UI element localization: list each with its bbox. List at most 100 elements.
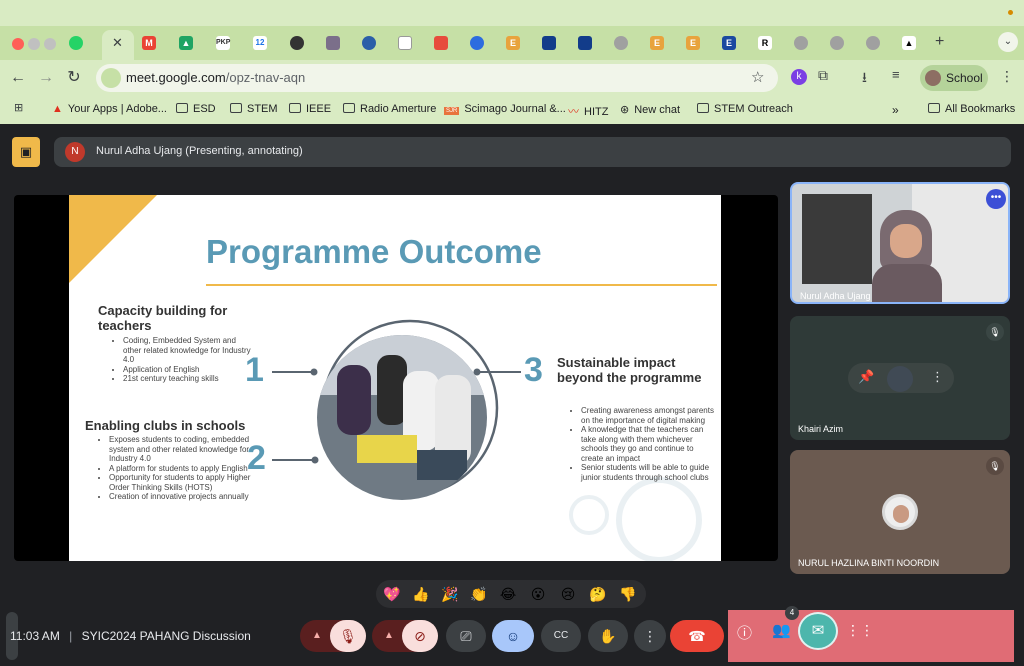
reaction-heart[interactable]: 💖 — [379, 584, 405, 604]
calendar-tab-icon[interactable]: 12 — [253, 36, 267, 50]
participant-tile-presenter[interactable]: ••• Nurul Adha Ujang — [790, 182, 1010, 304]
more-options-icon[interactable]: ••• — [986, 189, 1006, 209]
reaction-thumbs-down[interactable]: 👎 — [615, 584, 641, 604]
bookmark-scimago[interactable]: SJR Scimago Journal &... — [444, 103, 566, 115]
url-host: meet.google.com — [126, 70, 226, 85]
bookmark-adobe[interactable]: ▲ Your Apps | Adobe... — [52, 103, 167, 115]
download-icon[interactable]: ⭳ — [862, 67, 867, 91]
bookmark-label: Radio Amerture — [360, 103, 437, 115]
more-menu-icon[interactable]: ⋮ — [1000, 68, 1014, 85]
reaction-thumbs-up[interactable]: 👍 — [408, 584, 434, 604]
bookmark-stem[interactable]: STEM — [230, 103, 278, 115]
divider: | — [69, 629, 73, 643]
raise-hand-button[interactable]: ✋ — [588, 620, 628, 652]
tab-icon-15[interactable]: E — [650, 36, 664, 50]
bookmark-esd[interactable]: ESD — [176, 103, 216, 115]
more-options-icon[interactable]: ⋮ — [931, 369, 944, 385]
tab-icon-20[interactable] — [830, 36, 844, 50]
close-tab-icon[interactable]: ✕ — [112, 35, 123, 51]
reaction-clap[interactable]: 👏 — [466, 584, 492, 604]
list-item: Application of English — [123, 365, 251, 375]
tab-icon-3[interactable]: PKP — [216, 36, 230, 50]
leave-call-button[interactable]: ☎ — [670, 620, 724, 652]
bookmarks-overflow-icon[interactable]: » — [892, 103, 899, 117]
meeting-info: 11:03 AM | SYIC2024 PAHANG Discussion — [10, 629, 251, 643]
camera-off-button[interactable]: ⊘ — [402, 620, 438, 652]
reaction-surprised[interactable]: 😮 — [525, 584, 551, 604]
bookmark-radio[interactable]: Radio Amerture — [343, 103, 436, 115]
participant-tile-khairi[interactable]: 🎙 📌 ⋮ Khairi Azim — [790, 316, 1010, 440]
list-item: A platform for students to apply English — [109, 464, 262, 474]
soundcloud-tab-icon[interactable] — [434, 36, 448, 50]
tab-icon-16[interactable]: E — [686, 36, 700, 50]
pin-icon[interactable]: 📌 — [858, 369, 874, 385]
gmail-tab-icon[interactable]: M — [142, 36, 156, 50]
tab-icon-8[interactable] — [398, 36, 412, 50]
bookmark-label: All Bookmarks — [945, 103, 1016, 115]
reaction-sad[interactable]: 😢 — [555, 584, 581, 604]
extensions-icon[interactable]: ⧉ — [818, 67, 828, 84]
number-1: 1 — [245, 351, 264, 389]
list-item: Senior students will be able to guide ju… — [581, 463, 714, 482]
whatsapp-tab-icon[interactable] — [69, 36, 83, 50]
present-screen-button[interactable]: ⎚ — [446, 620, 486, 652]
mic-off-icon: 🎙 — [986, 457, 1004, 475]
tab-icon-21[interactable] — [866, 36, 880, 50]
bookmark-new-chat[interactable]: ⊛ New chat — [620, 103, 680, 116]
url-text[interactable]: meet.google.com/opz-tnav-aqn — [126, 70, 305, 85]
bookmark-hitz[interactable]: 〰 HITZ — [568, 103, 608, 119]
reload-icon[interactable]: ↻ — [64, 68, 84, 88]
close-window-button[interactable] — [12, 38, 24, 50]
tab-icon-18[interactable]: R — [758, 36, 772, 50]
people-icon[interactable]: 👥 — [772, 621, 791, 639]
adobe-icon: ▲ — [52, 103, 63, 115]
tab-icon-10[interactable] — [470, 36, 484, 50]
students-photo — [317, 335, 487, 500]
bookmark-label: Your Apps | Adobe... — [67, 103, 167, 115]
tab-search-icon[interactable]: ⌄ — [998, 32, 1018, 52]
participant-tile-hazlina[interactable]: 🎙 NURUL HAZLINA BINTI NOORDIN — [790, 450, 1010, 574]
shield-tab-icon[interactable] — [542, 36, 556, 50]
camera-options-chevron-icon[interactable]: ▲ — [377, 620, 401, 652]
more-options-icon[interactable]: ⋮ — [634, 620, 666, 652]
forward-icon[interactable]: → — [36, 68, 56, 88]
drive-tab-icon-2[interactable]: ▲ — [902, 36, 916, 50]
reaction-thinking[interactable]: 🤔 — [585, 584, 611, 604]
section-1-title: Capacity building for teachers — [98, 303, 228, 333]
meeting-details-icon[interactable]: ⓘ — [737, 622, 752, 643]
profile-button[interactable]: School — [920, 65, 988, 91]
maximize-window-button[interactable] — [44, 38, 56, 50]
new-tab-icon[interactable]: + — [935, 33, 944, 51]
folder-icon — [343, 103, 355, 113]
tab-icon-7[interactable] — [362, 36, 376, 50]
apps-grid-icon[interactable]: ⊞ — [14, 101, 23, 114]
bookmark-ieee[interactable]: IEEE — [289, 103, 331, 115]
media-control-icon[interactable]: ≡ — [892, 67, 900, 82]
bookmark-label: Scimago Journal &... — [464, 103, 566, 115]
tab-icon-11[interactable]: E — [506, 36, 520, 50]
back-icon[interactable]: ← — [8, 68, 28, 88]
mic-options-chevron-icon[interactable]: ▲ — [305, 620, 329, 652]
tab-icon-6[interactable] — [326, 36, 340, 50]
mic-site-icon[interactable] — [101, 68, 121, 88]
activities-icon[interactable]: ⋮⋮ — [846, 622, 874, 639]
chatgpt-tab-icon[interactable] — [290, 36, 304, 50]
shield-tab-icon-2[interactable] — [578, 36, 592, 50]
minimize-window-button[interactable] — [28, 38, 40, 50]
emoji-reactions-button[interactable]: ☺ — [492, 620, 534, 652]
reaction-laugh[interactable]: 😂 — [495, 584, 521, 604]
reaction-party[interactable]: 🎉 — [437, 584, 463, 604]
folder-icon — [928, 103, 940, 113]
tab-icon-19[interactable] — [794, 36, 808, 50]
captions-button[interactable]: CC — [541, 620, 581, 652]
chat-button[interactable]: ✉ — [798, 612, 838, 650]
tab-icon-17[interactable]: E — [722, 36, 736, 50]
mic-off-button[interactable]: 🎙 — [330, 620, 366, 652]
all-bookmarks[interactable]: All Bookmarks — [928, 103, 1015, 115]
stop-presenting-icon[interactable]: ▣ — [12, 137, 40, 167]
tab-icon-14[interactable] — [614, 36, 628, 50]
bookmark-star-icon[interactable]: ☆ — [751, 68, 764, 86]
bookmark-stem-outreach[interactable]: STEM Outreach — [697, 103, 793, 115]
drive-tab-icon[interactable]: ▲ — [179, 36, 193, 50]
extension-k-icon[interactable]: k — [791, 69, 807, 85]
